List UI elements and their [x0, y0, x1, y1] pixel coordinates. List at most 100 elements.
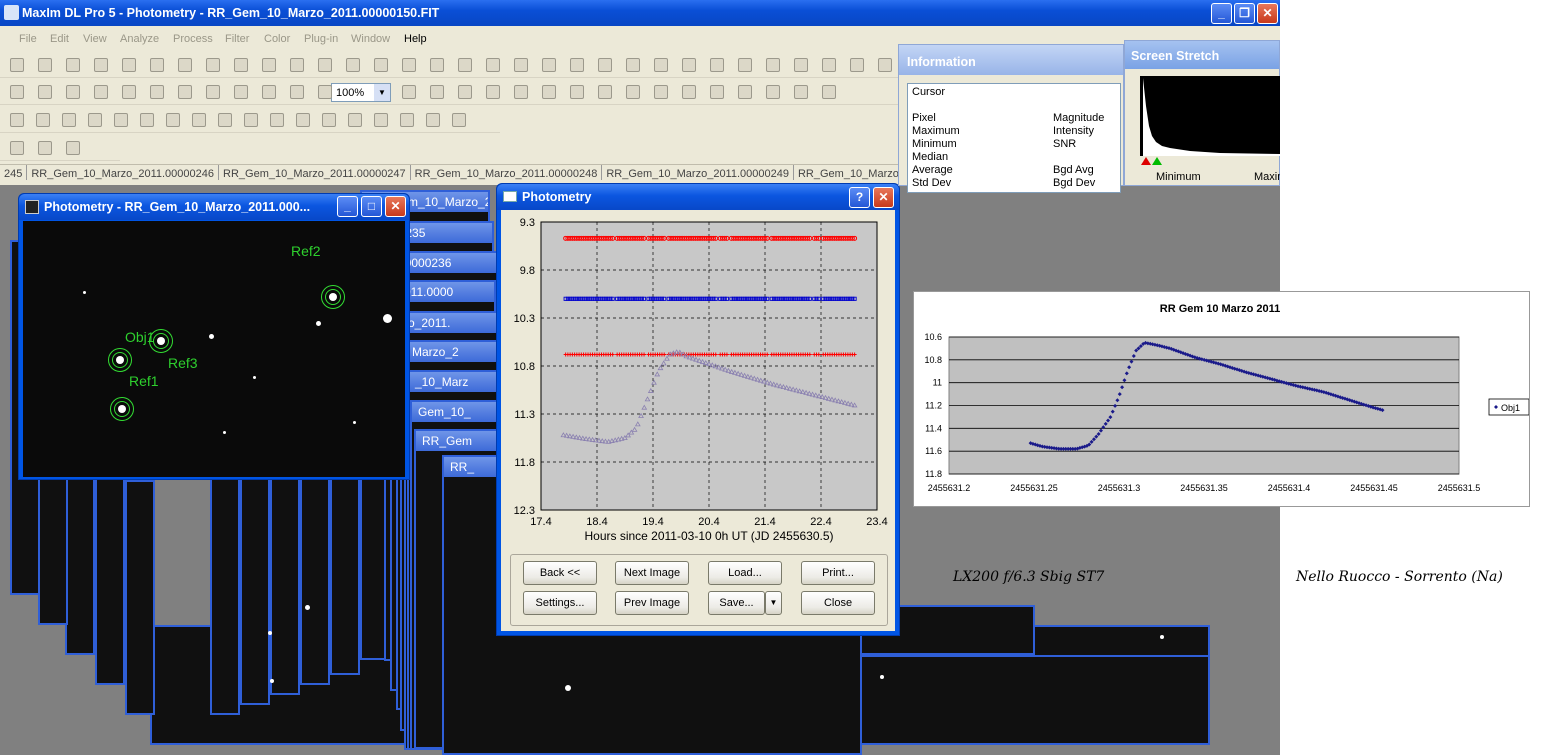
photometry-close-x-button[interactable]: ✕: [873, 187, 894, 208]
menu-color[interactable]: Color: [264, 33, 290, 45]
stacked-image-window[interactable]: [240, 475, 270, 705]
toolbar-tool-icon[interactable]: [458, 85, 472, 99]
menu-help[interactable]: Help: [404, 33, 427, 45]
toolbar-tool-icon[interactable]: [458, 58, 472, 72]
toolbar-tool-icon[interactable]: [514, 58, 528, 72]
toolbar-tool-icon[interactable]: [570, 85, 584, 99]
maximum-marker-icon[interactable]: [1152, 157, 1162, 165]
toolbar-tool-icon[interactable]: [654, 58, 668, 72]
toolbar-tool-icon[interactable]: [710, 85, 724, 99]
toolbar-tool-icon[interactable]: [542, 58, 556, 72]
toolbar-tool-icon[interactable]: [682, 85, 696, 99]
toolbar-tool-icon[interactable]: [234, 58, 248, 72]
prev-image-button[interactable]: Prev Image: [615, 591, 689, 615]
toolbar-tool-icon[interactable]: [262, 58, 276, 72]
zoom-select[interactable]: 100% ▼: [331, 83, 391, 102]
toolbar-tool-icon[interactable]: [542, 85, 556, 99]
image-tab[interactable]: RR_Gem_10_Marzo_2011.00000247: [219, 165, 411, 180]
stacked-image-window[interactable]: [300, 475, 330, 685]
close-dialog-button[interactable]: Close: [801, 591, 875, 615]
stacked-image-window[interactable]: [95, 475, 125, 685]
toolbar-tool-icon[interactable]: [598, 85, 612, 99]
histogram[interactable]: [1140, 76, 1280, 156]
toolbar-tool-icon[interactable]: [822, 85, 836, 99]
toolbar-tool-icon[interactable]: [290, 58, 304, 72]
toolbar-tool-icon[interactable]: [166, 113, 180, 127]
minimize-button[interactable]: _: [1211, 3, 1232, 24]
toolbar-tool-icon[interactable]: [122, 85, 136, 99]
toolbar-tool-icon[interactable]: [178, 85, 192, 99]
image-tab[interactable]: 245: [0, 165, 28, 180]
toolbar-tool-icon[interactable]: [822, 58, 836, 72]
toolbar-tool-icon[interactable]: [10, 113, 24, 127]
maximize-button[interactable]: ❐: [1234, 3, 1255, 24]
toolbar-tool-icon[interactable]: [570, 58, 584, 72]
toolbar-tool-icon[interactable]: [192, 113, 206, 127]
image-close-button[interactable]: ✕: [385, 196, 406, 217]
toolbar-tool-icon[interactable]: [290, 85, 304, 99]
toolbar-tool-icon[interactable]: [244, 113, 258, 127]
print-button[interactable]: Print...: [801, 561, 875, 585]
toolbar-tool-icon[interactable]: [346, 58, 360, 72]
toolbar-tool-icon[interactable]: [402, 58, 416, 72]
next-image-button[interactable]: Next Image: [615, 561, 689, 585]
toolbar-tool-icon[interactable]: [452, 113, 466, 127]
toolbar-tool-icon[interactable]: [430, 85, 444, 99]
toolbar-tool-icon[interactable]: [486, 85, 500, 99]
stacked-image-window[interactable]: [65, 475, 95, 655]
app-title-bar[interactable]: MaxIm DL Pro 5 - Photometry - RR_Gem_10_…: [0, 0, 1280, 26]
stacked-image-window[interactable]: [270, 475, 300, 695]
toolbar-tool-icon[interactable]: [88, 113, 102, 127]
toolbar-tool-icon[interactable]: [626, 58, 640, 72]
image-window-title-bar[interactable]: Photometry - RR_Gem_10_Marzo_2011.000...…: [19, 194, 409, 220]
toolbar-tool-icon[interactable]: [878, 58, 892, 72]
toolbar-tool-icon[interactable]: [794, 58, 808, 72]
image-minimize-button[interactable]: _: [337, 196, 358, 217]
toolbar-tool-icon[interactable]: [348, 113, 362, 127]
photometry-title-bar[interactable]: Photometry ? ✕: [497, 184, 899, 210]
star-field-image[interactable]: Ref2 Obj1 Ref3 Ref1: [23, 221, 405, 477]
toolbar-tool-icon[interactable]: [486, 58, 500, 72]
menu-view[interactable]: View: [83, 33, 107, 45]
toolbar-tool-icon[interactable]: [178, 58, 192, 72]
light-curve-plot[interactable]: 17.4 18.4 19.4 20.4 21.4 22.4 23.4 9.3 9.8 10.3 10…: [501, 210, 897, 555]
toolbar-tool-icon[interactable]: [206, 85, 220, 99]
toolbar-tool-icon[interactable]: [682, 58, 696, 72]
toolbar-tool-icon[interactable]: [766, 85, 780, 99]
toolbar-tool-icon[interactable]: [514, 85, 528, 99]
stacked-image-window[interactable]: [125, 480, 155, 715]
toolbar-tool-icon[interactable]: [318, 85, 332, 99]
toolbar-tool-icon[interactable]: [270, 113, 284, 127]
toolbar-tool-icon[interactable]: [626, 85, 640, 99]
toolbar-tool-icon[interactable]: [66, 58, 80, 72]
toolbar-tool-icon[interactable]: [262, 85, 276, 99]
toolbar-tool-icon[interactable]: [94, 58, 108, 72]
toolbar-tool-icon[interactable]: [66, 141, 80, 155]
minimum-marker-icon[interactable]: [1141, 157, 1151, 165]
toolbar-tool-icon[interactable]: [62, 113, 76, 127]
toolbar-tool-icon[interactable]: [738, 85, 752, 99]
back-button[interactable]: Back <<: [523, 561, 597, 585]
menu-plugin[interactable]: Plug-in: [304, 33, 338, 45]
stacked-image-window[interactable]: [830, 655, 1210, 745]
image-tab[interactable]: RR_Gem_10_Marzo_2011.00000246: [27, 165, 220, 180]
toolbar-tool-icon[interactable]: [10, 85, 24, 99]
toolbar-tool-icon[interactable]: [66, 85, 80, 99]
toolbar-tool-icon[interactable]: [710, 58, 724, 72]
menu-edit[interactable]: Edit: [50, 33, 69, 45]
toolbar-tool-icon[interactable]: [150, 85, 164, 99]
toolbar-tool-icon[interactable]: [850, 58, 864, 72]
load-button[interactable]: Load...: [708, 561, 782, 585]
menu-filter[interactable]: Filter: [225, 33, 249, 45]
toolbar-tool-icon[interactable]: [430, 58, 444, 72]
toolbar-tool-icon[interactable]: [10, 58, 24, 72]
toolbar-tool-icon[interactable]: [150, 58, 164, 72]
toolbar-tool-icon[interactable]: [38, 141, 52, 155]
stacked-image-window[interactable]: [210, 475, 240, 715]
toolbar-tool-icon[interactable]: [402, 85, 416, 99]
image-tab[interactable]: RR_Gem_10_Marzo_2: [794, 165, 905, 180]
toolbar-tool-icon[interactable]: [140, 113, 154, 127]
menu-process[interactable]: Process: [173, 33, 213, 45]
toolbar-tool-icon[interactable]: [10, 141, 24, 155]
toolbar-tool-icon[interactable]: [738, 58, 752, 72]
